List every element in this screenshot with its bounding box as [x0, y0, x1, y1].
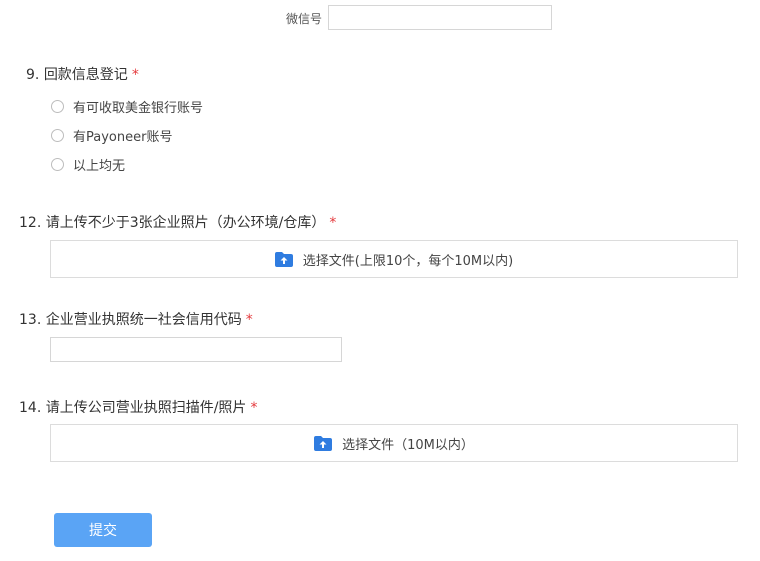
required-mark: * — [329, 215, 337, 231]
upload-folder-icon — [274, 251, 293, 267]
question-14-number: 14. — [19, 400, 42, 416]
radio-option-label: 有可收取美金银行账号 — [73, 101, 204, 116]
question-14-title: 14. 请上传公司营业执照扫描件/照片 * — [19, 397, 257, 417]
radio-button[interactable] — [51, 158, 64, 171]
question-9-text: 回款信息登记 — [43, 67, 128, 83]
question-12-title: 12. 请上传不少于3张企业照片（办公环境/仓库） * — [19, 212, 336, 232]
photo-upload-button[interactable]: 选择文件(上限10个，每个10M以内) — [50, 240, 738, 278]
wechat-input[interactable] — [328, 5, 552, 30]
upload-folder-icon — [314, 435, 333, 451]
question-13-title: 13. 企业营业执照统一社会信用代码 * — [19, 309, 253, 329]
required-mark: * — [245, 312, 253, 328]
radio-button[interactable] — [51, 129, 64, 142]
radio-button[interactable] — [51, 100, 64, 113]
photo-upload-label: 选择文件(上限10个，每个10M以内) — [302, 253, 514, 269]
license-upload-label: 选择文件（10M以内） — [342, 437, 474, 453]
radio-option-usd-bank[interactable]: 有可收取美金银行账号 — [51, 97, 203, 116]
question-13-text: 企业营业执照统一社会信用代码 — [45, 312, 242, 328]
question-9-title: 9. 回款信息登记 * — [26, 64, 139, 84]
question-14-text: 请上传公司营业执照扫描件/照片 — [45, 400, 247, 416]
submit-button[interactable]: 提交 — [54, 513, 152, 547]
question-9-number: 9. — [26, 67, 40, 83]
question-13-number: 13. — [19, 312, 42, 328]
radio-option-none[interactable]: 以上均无 — [51, 155, 125, 174]
credit-code-input[interactable] — [50, 337, 342, 362]
radio-option-payoneer[interactable]: 有Payoneer账号 — [51, 126, 172, 145]
question-12-number: 12. — [19, 215, 42, 231]
required-mark: * — [131, 67, 139, 83]
question-12-text: 请上传不少于3张企业照片（办公环境/仓库） — [45, 215, 326, 231]
license-upload-button[interactable]: 选择文件（10M以内） — [50, 424, 738, 462]
wechat-label: 微信号 — [286, 12, 323, 26]
radio-option-label: 以上均无 — [73, 159, 126, 174]
radio-option-label: 有Payoneer账号 — [73, 130, 173, 145]
required-mark: * — [250, 400, 258, 416]
